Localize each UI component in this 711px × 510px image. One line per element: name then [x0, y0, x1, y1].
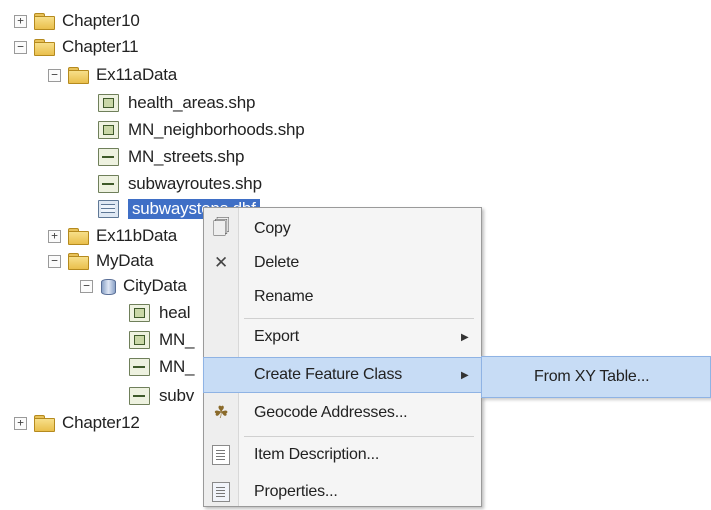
tree-item-ex11bdata[interactable]: + Ex11bData: [48, 223, 177, 249]
geocode-icon: ☘: [213, 403, 229, 422]
polygon-layer-icon: [129, 304, 150, 322]
folder-icon: [34, 13, 55, 30]
line-layer-icon: [98, 175, 119, 193]
tree-item-label: heal: [159, 303, 191, 322]
table-icon: [98, 200, 119, 218]
collapse-icon[interactable]: −: [48, 254, 61, 268]
folder-icon: [34, 415, 55, 432]
tree-item-label: MN_: [159, 357, 195, 376]
tree-item-label: CityData: [123, 276, 187, 295]
menu-item-label: Rename: [254, 288, 314, 305]
tree-item-label: Chapter11: [62, 37, 139, 56]
tree-item-ex11adata[interactable]: − Ex11aData: [48, 62, 177, 88]
geodatabase-icon: [100, 277, 116, 295]
tree-item-label: Ex11aData: [96, 65, 178, 84]
tree-item-mn-neighborhoods[interactable]: MN_neighborhoods.shp: [98, 117, 305, 143]
menu-item-geocode-addresses[interactable]: ☘ Geocode Addresses...: [204, 395, 481, 431]
menu-item-copy[interactable]: 🗍 Copy: [204, 211, 481, 247]
tree-item-label: Chapter12: [62, 413, 140, 432]
tree-item-heal[interactable]: heal: [129, 300, 191, 326]
submenu-arrow-icon: ▶: [461, 331, 469, 343]
menu-item-label: Properties...: [254, 483, 338, 500]
folder-icon: [34, 39, 55, 56]
menu-item-label: Create Feature Class: [254, 366, 403, 383]
tree-item-chapter12[interactable]: + Chapter12: [14, 410, 140, 436]
tree-item-mn-2[interactable]: MN_: [129, 354, 194, 380]
folder-icon: [68, 228, 89, 245]
collapse-icon[interactable]: −: [14, 40, 27, 54]
tree-item-mn-1[interactable]: MN_: [129, 327, 194, 353]
submenu-item-from-xy-table[interactable]: From XY Table...: [482, 368, 650, 386]
menu-item-label: Item Description...: [254, 446, 380, 463]
polygon-layer-icon: [98, 121, 119, 139]
item-description-icon: [204, 445, 238, 466]
menu-item-label: Copy: [254, 220, 291, 237]
line-layer-icon: [98, 148, 119, 166]
delete-icon: ✕: [213, 253, 229, 272]
line-layer-icon: [129, 387, 150, 405]
folder-icon: [68, 253, 89, 270]
tree-item-mn-streets[interactable]: MN_streets.shp: [98, 144, 244, 170]
tree-item-label: subwayroutes.shp: [128, 174, 262, 193]
menu-item-create-feature-class[interactable]: Create Feature Class ▶: [203, 357, 482, 393]
line-layer-icon: [129, 358, 150, 376]
tree-item-label: MN_neighborhoods.shp: [128, 120, 305, 139]
submenu-arrow-icon: ▶: [461, 369, 469, 381]
properties-icon: [204, 482, 238, 503]
copy-icon: 🗍: [212, 217, 230, 237]
tree-item-subwayroutes[interactable]: subwayroutes.shp: [98, 171, 262, 197]
tree-item-label: health_areas.shp: [128, 93, 256, 112]
tree-item-citydata[interactable]: − CityData: [80, 273, 187, 299]
tree-item-mydata[interactable]: − MyData: [48, 248, 154, 274]
menu-item-export[interactable]: Export ▶: [204, 319, 481, 355]
submenu-create-feature-class: From XY Table...: [481, 356, 711, 398]
expand-icon[interactable]: +: [48, 229, 61, 243]
collapse-icon[interactable]: −: [80, 279, 93, 293]
menu-item-label: Export: [254, 328, 300, 345]
tree-item-label: MN_streets.shp: [128, 147, 245, 166]
expand-icon[interactable]: +: [14, 14, 27, 28]
tree-item-label: Chapter10: [62, 11, 140, 30]
folder-icon: [68, 67, 89, 84]
tree-item-chapter10[interactable]: + Chapter10: [14, 8, 140, 34]
tree-item-label: subv: [159, 386, 195, 405]
expand-icon[interactable]: +: [14, 416, 27, 430]
tree-item-chapter11[interactable]: − Chapter11: [14, 34, 139, 60]
tree-item-label: Ex11bData: [96, 226, 178, 245]
menu-item-label: Delete: [254, 254, 300, 271]
tree-item-label: MyData: [96, 251, 154, 270]
menu-item-item-description[interactable]: Item Description...: [204, 437, 481, 473]
polygon-layer-icon: [98, 94, 119, 112]
context-menu: 🗍 Copy ✕ Delete Rename Export ▶ Create F…: [203, 207, 482, 507]
tree-item-label: MN_: [159, 330, 195, 349]
tree-item-health-areas[interactable]: health_areas.shp: [98, 90, 255, 116]
menu-item-rename[interactable]: Rename: [204, 279, 481, 315]
tree-item-subv[interactable]: subv: [129, 383, 194, 409]
collapse-icon[interactable]: −: [48, 68, 61, 82]
menu-item-label: Geocode Addresses...: [254, 404, 408, 421]
polygon-layer-icon: [129, 331, 150, 349]
menu-item-delete[interactable]: ✕ Delete: [204, 245, 481, 281]
